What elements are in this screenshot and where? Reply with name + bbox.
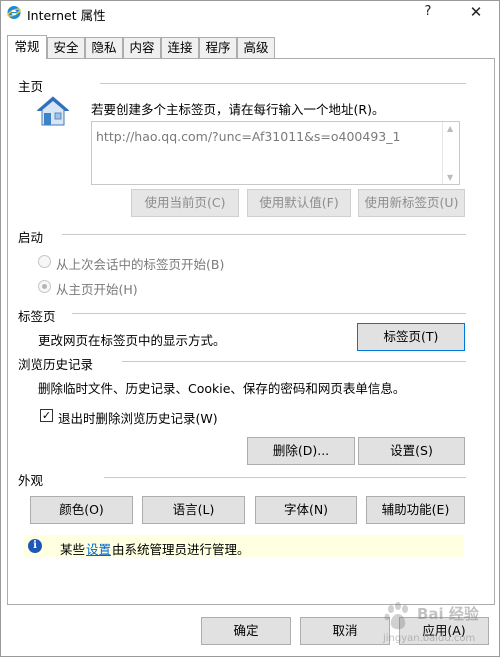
accessibility-button[interactable]: 辅助功能(E) <box>366 496 465 524</box>
tab-advanced[interactable]: 高级 <box>237 37 275 58</box>
startup-last-session-radio[interactable] <box>38 255 51 268</box>
scroll-up-icon[interactable]: ▲ <box>447 124 453 133</box>
general-tab-panel: 主页 若要创建多个主标签页，请在每行输入一个地址(R)。 http://hao.… <box>7 58 495 605</box>
home-page-prompt: 若要创建多个主标签页，请在每行输入一个地址(R)。 <box>91 102 385 117</box>
managed-by-admin-infobar: i 某些 设置 由系统管理员进行管理。 <box>24 535 464 558</box>
house-icon <box>36 96 70 126</box>
tab-general[interactable]: 常规 <box>7 35 47 59</box>
help-button[interactable]: ? <box>405 1 451 25</box>
internet-options-window: Internet 属性 ? ✕ 常规 安全 隐私 内容 连接 程序 高级 主页 … <box>0 0 500 657</box>
browsing-history-section-title: 浏览历史记录 <box>18 357 94 372</box>
delete-on-exit-label: 退出时删除浏览历史记录(W) <box>58 411 218 426</box>
startup-home-page-label: 从主页开始(H) <box>56 282 138 297</box>
colors-button[interactable]: 颜色(O) <box>30 496 133 524</box>
fonts-button[interactable]: 字体(N) <box>255 496 357 524</box>
startup-home-page-radio[interactable] <box>38 280 51 293</box>
use-current-button[interactable]: 使用当前页(C) <box>131 189 239 217</box>
appearance-section-title: 外观 <box>18 473 44 488</box>
internet-explorer-icon <box>7 6 21 19</box>
section-divider <box>100 83 466 84</box>
cancel-button[interactable]: 取消 <box>300 617 390 645</box>
use-new-tab-button[interactable]: 使用新标签页(U) <box>358 189 465 217</box>
tab-content[interactable]: 内容 <box>123 37 161 58</box>
home-page-url-value: http://hao.qq.com/?unc=Af31011&s=o400493… <box>96 129 401 144</box>
settings-link[interactable]: 设置 <box>86 539 111 558</box>
section-divider <box>72 313 466 314</box>
title-bar: Internet 属性 ? ✕ <box>1 1 499 25</box>
window-title: Internet 属性 <box>27 8 106 23</box>
infobar-prefix: 某些 <box>60 542 86 557</box>
languages-button[interactable]: 语言(L) <box>142 496 245 524</box>
baidu-jingyan-watermark: Bai 经验 jingyan.baidu.com <box>381 597 500 657</box>
startup-section-title: 启动 <box>18 230 44 245</box>
tab-connections[interactable]: 连接 <box>161 37 199 58</box>
tab-privacy[interactable]: 隐私 <box>85 37 123 58</box>
watermark-text: Bai 经验 <box>417 605 479 623</box>
scroll-down-icon[interactable]: ▼ <box>447 173 453 182</box>
section-divider <box>122 361 466 362</box>
section-divider <box>62 234 466 235</box>
delete-on-exit-checkbox[interactable]: ✓ <box>40 409 53 422</box>
history-settings-button[interactable]: 设置(S) <box>358 437 465 465</box>
tab-programs[interactable]: 程序 <box>199 37 237 58</box>
browsing-history-description: 删除临时文件、历史记录、Cookie、保存的密码和网页表单信息。 <box>38 381 406 396</box>
watermark-url: jingyan.baidu.com <box>383 633 476 644</box>
use-default-button[interactable]: 使用默认值(F) <box>247 189 351 217</box>
tab-security[interactable]: 安全 <box>47 37 85 58</box>
tabs-settings-button[interactable]: 标签页(T) <box>357 323 465 351</box>
infobar-suffix: 由系统管理员进行管理。 <box>112 542 250 557</box>
home-page-section-title: 主页 <box>18 79 44 94</box>
ok-button[interactable]: 确定 <box>201 617 291 645</box>
tabs-section-title: 标签页 <box>18 309 56 324</box>
section-divider <box>104 477 466 478</box>
delete-history-button[interactable]: 删除(D)... <box>247 437 355 465</box>
paw-logo-icon <box>384 602 408 630</box>
info-icon: i <box>28 539 42 553</box>
textarea-scrollbar[interactable]: ▲ ▼ <box>442 122 459 184</box>
tabs-description: 更改网页在标签页中的显示方式。 <box>38 333 226 348</box>
home-page-url-textarea[interactable]: http://hao.qq.com/?unc=Af31011&s=o400493… <box>91 121 460 185</box>
checkmark-icon: ✓ <box>41 409 52 422</box>
startup-last-session-label: 从上次会话中的标签页开始(B) <box>56 257 225 272</box>
close-button[interactable]: ✕ <box>453 1 499 25</box>
